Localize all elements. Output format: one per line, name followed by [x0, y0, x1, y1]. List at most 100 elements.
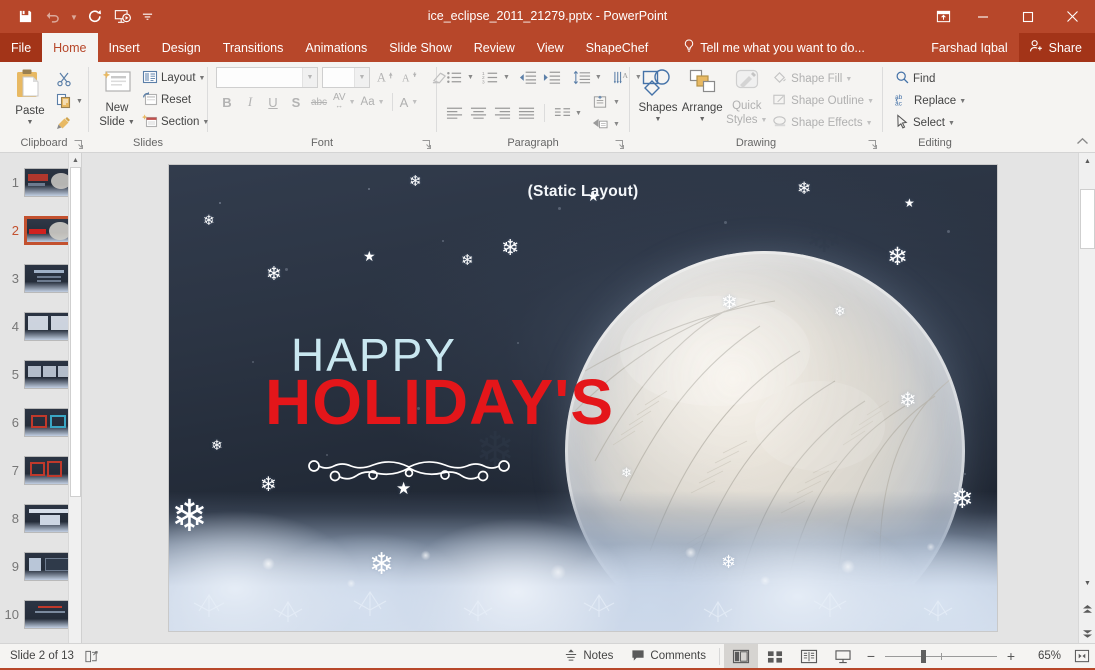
previous-slide-icon[interactable]	[1079, 600, 1095, 617]
maximize-button[interactable]	[1005, 0, 1050, 33]
slide-preview[interactable]	[24, 360, 74, 389]
format-painter-button[interactable]	[52, 112, 75, 134]
font-color-button[interactable]: A ▼	[398, 91, 421, 113]
convert-smartart-dropdown-icon[interactable]: ▼	[613, 121, 620, 128]
shape-effects-dropdown-icon[interactable]: ▼	[866, 120, 873, 127]
redo-icon[interactable]	[82, 5, 108, 29]
shapes-dropdown-icon[interactable]: ▼	[655, 116, 662, 123]
layout-dropdown-icon[interactable]: ▼	[199, 75, 206, 82]
slide-canvas[interactable]: ❄ ★ ❄ ❄ ★ ❄ ❄ ❄ ★ ❄ ❄ ❄ ❄ ❄ ❄ ❄ ❄ ❄ ★ ❄	[169, 165, 997, 631]
shape-outline-button[interactable]: Shape Outline ▼	[769, 90, 877, 112]
undo-dropdown-icon[interactable]: ▼	[68, 5, 80, 29]
align-center-icon[interactable]	[467, 102, 490, 124]
thumbnail-pane-scrollbar[interactable]: ▲	[68, 153, 81, 643]
undo-icon[interactable]	[40, 5, 66, 29]
zoom-slider-handle[interactable]	[921, 650, 926, 663]
convert-smartart-icon[interactable]	[589, 113, 612, 135]
replace-button[interactable]: abac Replace ▼	[892, 90, 969, 112]
zoom-level-label[interactable]: 65%	[1025, 650, 1061, 662]
close-button[interactable]	[1050, 0, 1095, 33]
slide-preview[interactable]	[24, 216, 74, 245]
section-button[interactable]: Section ▼	[139, 111, 212, 133]
slide-preview[interactable]	[24, 504, 74, 533]
align-text-icon[interactable]	[589, 91, 612, 113]
italic-button[interactable]: I	[239, 91, 261, 113]
paragraph-dialog-launcher[interactable]	[614, 139, 626, 151]
slide-preview[interactable]	[24, 456, 74, 485]
slide-preview[interactable]	[24, 312, 74, 341]
shape-fill-dropdown-icon[interactable]: ▼	[845, 76, 852, 83]
new-slide-dropdown-icon[interactable]: ▼	[128, 119, 135, 126]
columns-icon[interactable]	[551, 102, 574, 124]
reading-view-button[interactable]	[792, 644, 826, 669]
user-name[interactable]: Farshad Iqbal	[920, 33, 1018, 62]
font-color-dropdown-icon[interactable]: ▼	[411, 99, 418, 106]
tell-me-search[interactable]: Tell me what you want to do...	[673, 33, 875, 62]
strikethrough-button[interactable]: abc	[308, 91, 330, 113]
font-name-input[interactable]	[217, 68, 302, 87]
copy-dropdown-icon[interactable]: ▼	[76, 98, 83, 105]
slide-preview[interactable]	[24, 168, 74, 197]
columns-dropdown-icon[interactable]: ▼	[575, 110, 582, 117]
character-spacing-dropdown-icon[interactable]: ▼	[349, 99, 356, 106]
cut-button[interactable]	[52, 68, 75, 90]
increase-font-size-icon[interactable]: A	[374, 66, 397, 88]
scroll-down-icon[interactable]: ▼	[1079, 575, 1095, 592]
tab-transitions[interactable]: Transitions	[212, 33, 295, 62]
scroll-up-icon[interactable]: ▲	[1079, 153, 1095, 170]
slide-preview[interactable]	[24, 264, 74, 293]
slide-sorter-view-button[interactable]	[758, 644, 792, 669]
font-size-dropdown-icon[interactable]: ▼	[354, 68, 369, 87]
slide-preview[interactable]	[24, 552, 74, 581]
shape-fill-button[interactable]: Shape Fill ▼	[769, 68, 877, 90]
layout-button[interactable]: Layout ▼	[139, 67, 212, 89]
zoom-in-button[interactable]: +	[1004, 648, 1018, 664]
shape-effects-button[interactable]: Shape Effects ▼	[769, 112, 877, 134]
thumbnail-scroll-up-icon[interactable]: ▲	[69, 153, 82, 167]
customize-qat-icon[interactable]	[138, 5, 156, 29]
slide-show-view-button[interactable]	[826, 644, 860, 669]
collapse-ribbon-icon[interactable]	[1076, 137, 1089, 149]
bullets-dropdown-icon[interactable]: ▼	[467, 74, 474, 81]
slide-preview[interactable]	[24, 600, 74, 629]
tab-view[interactable]: View	[526, 33, 575, 62]
tab-slide-show[interactable]: Slide Show	[378, 33, 463, 62]
underline-button[interactable]: U	[262, 91, 284, 113]
align-text-dropdown-icon[interactable]: ▼	[613, 99, 620, 106]
save-icon[interactable]	[12, 5, 38, 29]
slide-preview[interactable]	[24, 408, 74, 437]
font-dialog-launcher[interactable]	[421, 139, 433, 151]
next-slide-icon[interactable]	[1079, 625, 1095, 642]
scroll-thumb[interactable]	[1080, 189, 1095, 249]
normal-view-button[interactable]	[724, 644, 758, 669]
reset-button[interactable]: Reset	[139, 89, 212, 111]
tab-animations[interactable]: Animations	[294, 33, 378, 62]
line-spacing-dropdown-icon[interactable]: ▼	[595, 74, 602, 81]
numbering-icon[interactable]: 123	[479, 66, 502, 88]
notes-button[interactable]: Notes	[555, 644, 622, 669]
new-slide-button[interactable]: New Slide ▼	[95, 66, 139, 128]
share-button[interactable]: Share	[1019, 33, 1095, 62]
font-name-combobox[interactable]: ▼	[216, 67, 318, 88]
bold-button[interactable]: B	[216, 91, 238, 113]
increase-indent-icon[interactable]	[541, 66, 564, 88]
numbering-dropdown-icon[interactable]: ▼	[503, 74, 510, 81]
slide-title-text[interactable]: (Static Layout)	[169, 183, 997, 201]
line-spacing-icon[interactable]	[571, 66, 594, 88]
zoom-control[interactable]: − + 65%	[860, 648, 1069, 664]
font-size-input[interactable]	[323, 68, 354, 87]
heading-line-2[interactable]: HOLIDAY'S	[265, 370, 614, 434]
slide-pane-scrollbar[interactable]: ▲ ▼	[1078, 153, 1095, 643]
fit-slide-to-window-button[interactable]	[1069, 644, 1095, 669]
replace-dropdown-icon[interactable]: ▼	[959, 98, 966, 105]
tab-home[interactable]: Home	[42, 33, 97, 62]
decrease-indent-icon[interactable]	[517, 66, 540, 88]
shapes-button[interactable]: Shapes ▼	[636, 66, 680, 123]
accessibility-checker-icon[interactable]	[84, 649, 99, 664]
select-button[interactable]: Select ▼	[892, 112, 969, 134]
zoom-out-button[interactable]: −	[864, 648, 878, 664]
arrange-button[interactable]: Arrange ▼	[680, 66, 724, 123]
bullets-icon[interactable]	[443, 66, 466, 88]
text-shadow-button[interactable]: S	[285, 91, 307, 113]
paste-dropdown-icon[interactable]: ▼	[27, 119, 34, 126]
